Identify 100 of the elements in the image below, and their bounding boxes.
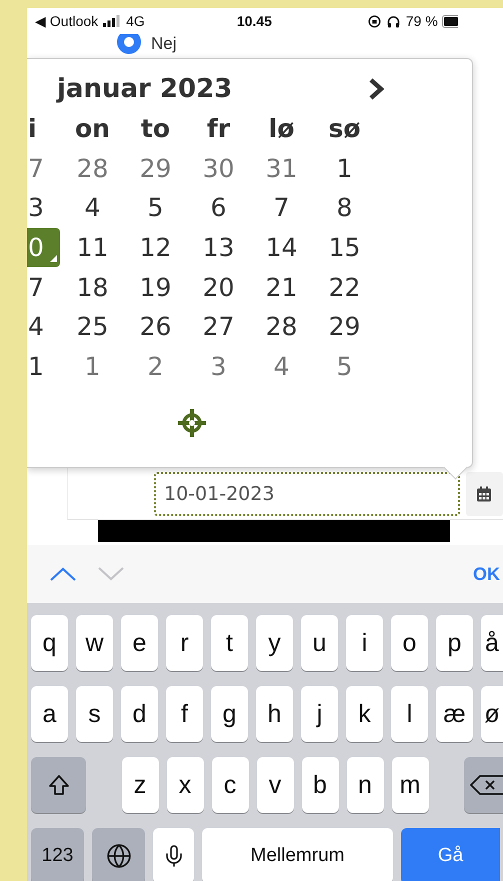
calendar-day[interactable]: 7: [250, 188, 313, 228]
go-key[interactable]: Gå: [401, 828, 500, 881]
calendar-day[interactable]: 2: [124, 346, 187, 386]
battery-percent: 79 %: [406, 13, 438, 29]
calendar-day[interactable]: 29: [124, 148, 187, 188]
calendar-day[interactable]: 8: [313, 188, 376, 228]
letter-key[interactable]: l: [391, 686, 428, 742]
letter-key[interactable]: r: [166, 615, 203, 671]
letter-key[interactable]: x: [166, 757, 204, 813]
weekday-label: on: [74, 113, 111, 146]
calendar-day[interactable]: 27: [187, 306, 250, 347]
calendar-day[interactable]: 13: [187, 228, 250, 268]
calendar-day[interactable]: 26: [124, 306, 187, 347]
space-key[interactable]: Mellemrum: [202, 828, 393, 881]
network-label: 4G: [126, 13, 145, 29]
letter-key[interactable]: y: [256, 615, 293, 671]
microphone-key[interactable]: [153, 828, 194, 881]
letter-key[interactable]: u: [301, 615, 338, 671]
calendar-day[interactable]: 4: [61, 188, 124, 228]
calendar-day[interactable]: 28: [250, 306, 313, 347]
calendar-icon: [476, 486, 492, 502]
weekday-label: lø: [268, 113, 296, 146]
calendar-button[interactable]: [466, 472, 503, 516]
letter-key[interactable]: v: [256, 757, 294, 813]
weekday-label: sø: [327, 113, 362, 146]
calendar-day[interactable]: 31: [250, 148, 313, 188]
done-button[interactable]: OK: [473, 564, 503, 584]
clock-time: 10.45: [236, 13, 272, 29]
calendar-day[interactable]: 12: [124, 228, 187, 268]
letter-key[interactable]: a: [31, 686, 68, 742]
letter-key[interactable]: n: [346, 757, 384, 813]
calendar-day[interactable]: 4: [27, 306, 60, 347]
calendar-day[interactable]: 15: [313, 228, 376, 268]
calendar-day[interactable]: 29: [313, 306, 376, 347]
calendar-day[interactable]: 7: [27, 148, 60, 188]
headphones-icon: [386, 14, 400, 28]
calendar-day[interactable]: 28: [61, 148, 124, 188]
calendar-day[interactable]: 22: [313, 267, 376, 307]
calendar-day[interactable]: 20: [187, 267, 250, 307]
calendar-day[interactable]: 1: [27, 346, 60, 386]
letter-key[interactable]: h: [256, 686, 293, 742]
numbers-key[interactable]: 123: [31, 828, 84, 881]
letter-key[interactable]: å: [481, 615, 503, 671]
calendar-day[interactable]: 14: [250, 228, 313, 268]
radio-button[interactable]: [117, 34, 141, 54]
letter-key[interactable]: o: [391, 615, 428, 671]
weekday-label: i: [27, 113, 38, 146]
calendar-day[interactable]: 25: [61, 306, 124, 347]
calendar-day[interactable]: 5: [313, 346, 376, 386]
weekday-label: fr: [206, 113, 232, 146]
backspace-key[interactable]: [464, 757, 503, 813]
calendar-day[interactable]: 11: [61, 228, 124, 268]
shift-key[interactable]: [31, 757, 86, 813]
letter-key[interactable]: c: [212, 757, 248, 813]
next-field-button[interactable]: [97, 566, 125, 582]
date-input-field[interactable]: 10-01-2023: [154, 472, 460, 516]
calendar-day[interactable]: 18: [61, 267, 124, 307]
letter-key[interactable]: w: [76, 615, 113, 671]
crosshair-icon[interactable]: [177, 408, 207, 438]
letter-key[interactable]: k: [346, 686, 383, 742]
calendar-day[interactable]: 19: [124, 267, 187, 307]
letter-key[interactable]: ø: [481, 686, 503, 742]
calendar-day[interactable]: 6: [187, 188, 250, 228]
rotation-lock-icon: [368, 14, 381, 28]
letter-key[interactable]: b: [302, 757, 338, 813]
back-to-app-link[interactable]: ◀ Outlook: [35, 13, 98, 29]
letter-key[interactable]: i: [346, 615, 383, 671]
letter-key[interactable]: d: [121, 686, 158, 742]
globe-icon: [106, 843, 132, 869]
letter-key[interactable]: s: [76, 686, 113, 742]
next-month-icon[interactable]: [368, 78, 384, 100]
letter-key[interactable]: p: [436, 615, 473, 671]
letter-key[interactable]: æ: [436, 686, 473, 742]
month-title: januar 2023: [57, 74, 232, 104]
battery-icon: [442, 14, 458, 28]
letter-key[interactable]: f: [166, 686, 203, 742]
backspace-icon: [470, 774, 503, 796]
calendar-day[interactable]: 3: [187, 346, 250, 386]
letter-key[interactable]: t: [211, 615, 248, 671]
calendar-day[interactable]: 4: [250, 346, 313, 386]
letter-key[interactable]: q: [31, 615, 68, 671]
calendar-day[interactable]: 3: [27, 188, 60, 228]
calendar-day[interactable]: 7: [27, 267, 60, 307]
calendar-day[interactable]: 30: [187, 148, 250, 188]
weekday-label: to: [140, 113, 172, 146]
signal-icon: [103, 15, 122, 27]
letter-key[interactable]: m: [392, 757, 428, 813]
letter-key[interactable]: z: [122, 757, 158, 813]
globe-key[interactable]: [92, 828, 145, 881]
shift-icon: [48, 774, 70, 796]
calendar-day[interactable]: 0: [27, 228, 60, 268]
letter-key[interactable]: j: [301, 686, 338, 742]
radio-label: Nej: [151, 34, 177, 54]
letter-key[interactable]: g: [211, 686, 248, 742]
letter-key[interactable]: e: [121, 615, 158, 671]
calendar-day[interactable]: 1: [313, 148, 376, 188]
calendar-day[interactable]: 21: [250, 267, 313, 307]
calendar-day[interactable]: 5: [124, 188, 187, 228]
previous-field-button[interactable]: [49, 566, 77, 582]
calendar-day[interactable]: 1: [61, 346, 124, 386]
